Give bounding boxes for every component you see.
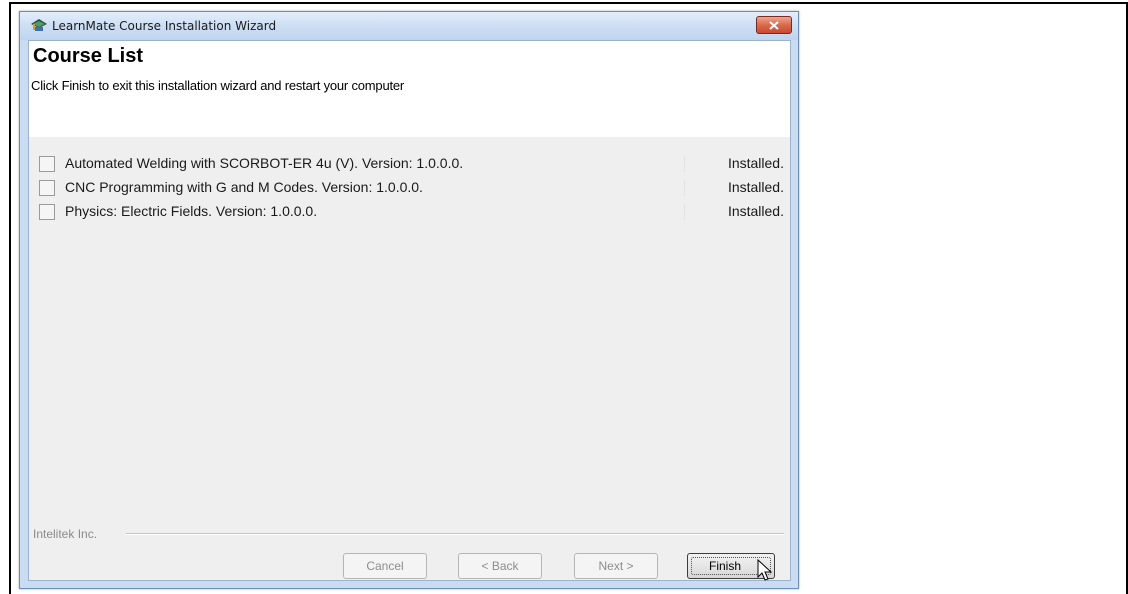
title-bar[interactable]: LearnMate Course Installation Wizard [20, 12, 798, 40]
window-title: LearnMate Course Installation Wizard [52, 19, 277, 33]
course-row: Automated Welding with SCORBOT-ER 4u (V)… [39, 154, 790, 178]
course-row: CNC Programming with G and M Codes. Vers… [39, 178, 790, 202]
course-name: CNC Programming with G and M Codes. Vers… [65, 179, 423, 195]
header-panel: Course List Click Finish to exit this in… [29, 41, 790, 137]
column-separator [684, 157, 686, 172]
finish-button-label: Finish [708, 559, 741, 573]
course-name: Automated Welding with SCORBOT-ER 4u (V)… [65, 155, 464, 171]
page-subtitle: Click Finish to exit this installation w… [31, 78, 405, 93]
column-separator [684, 205, 686, 220]
close-button[interactable] [756, 16, 792, 34]
next-button[interactable]: Next > [574, 553, 658, 579]
course-row: Physics: Electric Fields. Version: 1.0.0… [39, 202, 790, 226]
close-icon [769, 20, 779, 30]
course-status: Installed. [727, 179, 784, 195]
page-title: Course List [33, 45, 144, 67]
graduation-cap-icon [31, 19, 47, 31]
wizard-window: LearnMate Course Installation Wizard Cou… [19, 11, 799, 589]
footer-divider [126, 533, 784, 535]
course-name: Physics: Electric Fields. Version: 1.0.0… [65, 203, 318, 219]
wizard-client-area: Course List Click Finish to exit this in… [28, 40, 791, 581]
cancel-button[interactable]: Cancel [343, 553, 427, 579]
column-separator [684, 181, 686, 196]
course-list: Automated Welding with SCORBOT-ER 4u (V)… [39, 154, 790, 226]
mouse-pointer-icon [757, 559, 773, 581]
course-checkbox[interactable] [39, 156, 55, 172]
back-button[interactable]: < Back [458, 553, 542, 579]
course-status: Installed. [727, 155, 784, 171]
course-checkbox[interactable] [39, 180, 55, 196]
course-status: Installed. [727, 203, 784, 219]
footer-brand: Intelitek Inc. [33, 527, 98, 541]
course-checkbox[interactable] [39, 204, 55, 220]
